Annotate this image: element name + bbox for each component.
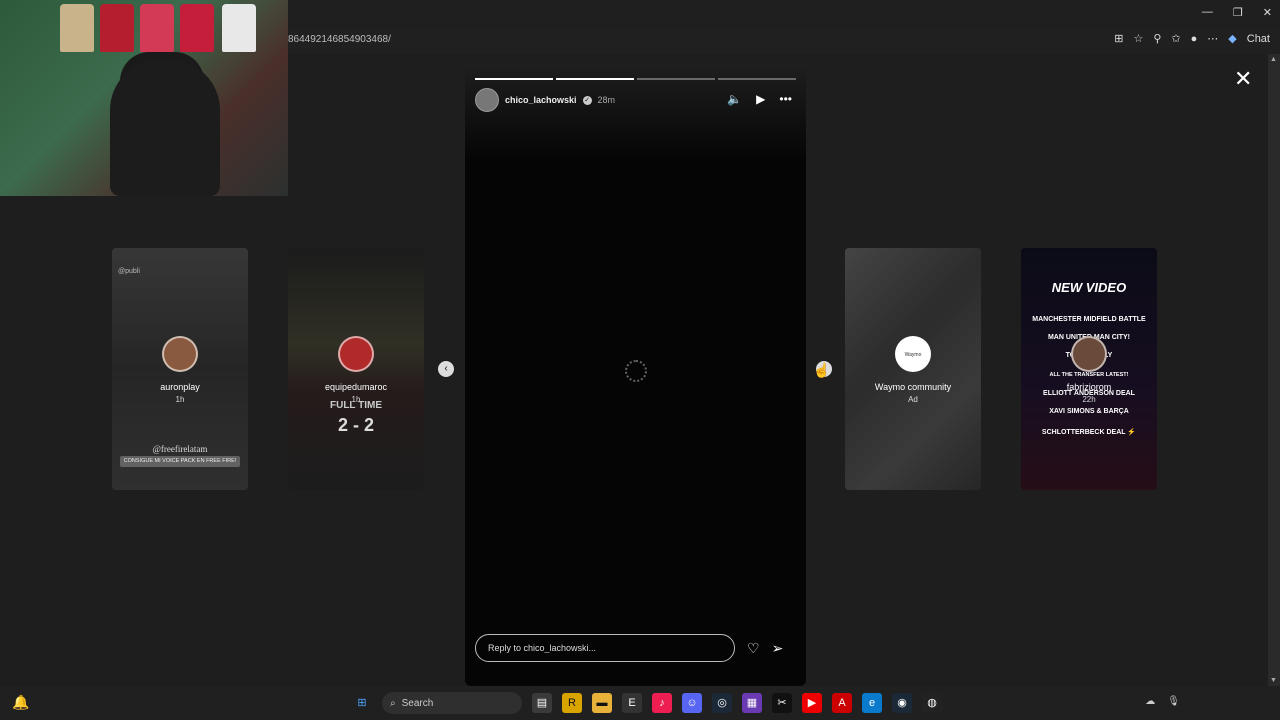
discord-icon[interactable]: ☺ xyxy=(682,693,702,713)
window-controls: — ❐ ✕ xyxy=(1202,6,1272,19)
url-text[interactable]: 864492146854903468/ xyxy=(288,34,391,45)
full-time-label: FULL TIME xyxy=(329,400,383,411)
avatar[interactable] xyxy=(475,88,499,112)
steam-icon[interactable]: ◎ xyxy=(712,693,732,713)
more-icon[interactable]: ⋯ xyxy=(1207,32,1218,45)
share-send-icon[interactable]: ➢ xyxy=(772,640,784,657)
taskbar-search-label: Search xyxy=(401,697,434,709)
scroll-down-icon[interactable]: ▼ xyxy=(1270,677,1277,684)
webcam-overlay xyxy=(0,0,288,196)
card-line: XAVI SIMONS & BARÇA xyxy=(1049,408,1129,415)
capcut-icon[interactable]: ✂ xyxy=(772,693,792,713)
avatar xyxy=(338,336,374,372)
story-controls: 🔈 ▶ ••• xyxy=(727,92,792,106)
reply-input[interactable] xyxy=(475,634,735,662)
file-explorer-icon[interactable]: ▬ xyxy=(592,693,612,713)
cloud-icon[interactable]: ☁ xyxy=(1145,696,1155,707)
copilot-icon[interactable]: ◆ xyxy=(1228,32,1236,45)
taskbar-apps: ⊞ ⌕ Search ▤ R ▬ E ♪ ☺ ◎ ▦ ✂ ▶ A e ◉ ◍ xyxy=(352,692,942,714)
like-heart-icon[interactable]: ♡ xyxy=(747,640,760,657)
favorites-icon[interactable]: ✩ xyxy=(1171,32,1180,45)
match-score: 2 - 2 xyxy=(337,415,375,435)
more-options-icon[interactable]: ••• xyxy=(779,92,792,106)
mic-icon[interactable]: 🎙 xyxy=(1167,696,1180,707)
story-username[interactable]: chico_lachowski xyxy=(505,95,577,105)
rockstar-icon[interactable]: R xyxy=(562,693,582,713)
volume-icon[interactable]: 🔈 xyxy=(727,92,742,106)
story-card-waymo-ad[interactable]: Waymo community Waymo community Ad xyxy=(845,248,981,490)
scrollbar[interactable]: ▲ ▼ xyxy=(1268,54,1280,686)
system-tray: ☁ 🎙 xyxy=(1145,696,1180,707)
story-progress xyxy=(475,78,796,80)
story-card-fabriziorom[interactable]: NEW VIDEO MANCHESTER MIDFIELD BATTLE MAN… xyxy=(1021,248,1157,490)
card-time: 1h xyxy=(175,395,185,404)
card-time: Ad xyxy=(908,395,918,404)
scroll-up-icon[interactable]: ▲ xyxy=(1270,56,1277,63)
obs-icon[interactable]: ◍ xyxy=(922,693,942,713)
address-bar-icons: ⊞ ☆ ⚲ ✩ ● ⋯ ◆ Chat xyxy=(1114,32,1280,46)
progress-segment xyxy=(718,78,796,80)
youtube-icon[interactable]: ▶ xyxy=(802,693,822,713)
card-username: fabriziorom xyxy=(1066,382,1112,392)
card-username: equipedumaroc xyxy=(324,382,388,392)
minimize-icon[interactable]: — xyxy=(1202,6,1213,19)
search-icon: ⌕ xyxy=(390,697,396,709)
restore-icon[interactable]: ❐ xyxy=(1233,6,1243,19)
close-icon[interactable]: ✕ xyxy=(1234,66,1252,92)
adobe-icon[interactable]: A xyxy=(832,693,852,713)
close-window-icon[interactable]: ✕ xyxy=(1263,6,1272,19)
profile-icon[interactable]: ● xyxy=(1191,33,1198,45)
play-icon[interactable]: ▶ xyxy=(756,92,765,106)
taskbar: 🔔 ⊞ ⌕ Search ▤ R ▬ E ♪ ☺ ◎ ▦ ✂ ▶ A e ◉ ◍… xyxy=(0,686,1280,720)
story-card-equipedumaroc[interactable]: equipedumaroc 1h FULL TIME 2 - 2 xyxy=(288,248,424,490)
card-line: MANCHESTER MIDFIELD BATTLE xyxy=(1032,316,1146,323)
task-view-icon[interactable]: ▤ xyxy=(532,693,552,713)
apps-icon[interactable]: ⊞ xyxy=(1114,32,1123,45)
media-icon[interactable]: ▦ xyxy=(742,693,762,713)
card-watermark: @publi xyxy=(118,268,140,275)
active-story[interactable]: chico_lachowski ✓ 28m 🔈 ▶ ••• ♡ ➢ xyxy=(465,70,806,686)
chat-button[interactable]: Chat xyxy=(1247,33,1270,45)
steam-app-icon[interactable]: ◉ xyxy=(892,693,912,713)
tiktok-icon[interactable]: ♪ xyxy=(652,693,672,713)
taskbar-search[interactable]: ⌕ Search xyxy=(382,692,522,714)
card-line: ALL THE TRANSFER LATEST! xyxy=(1049,372,1129,378)
favorite-star-icon[interactable]: ☆ xyxy=(1133,32,1143,45)
epic-games-icon[interactable]: E xyxy=(622,693,642,713)
story-card-auronplay[interactable]: @publi auronplay 1h @freefirelatam CONSI… xyxy=(112,248,248,490)
avatar xyxy=(1071,336,1107,372)
card-username: auronplay xyxy=(160,382,200,392)
windows-start-icon[interactable]: ⊞ xyxy=(352,693,372,713)
progress-segment xyxy=(637,78,715,80)
previous-story-button[interactable]: ‹ xyxy=(438,361,454,377)
card-title: NEW VIDEO xyxy=(1051,280,1127,295)
avatar: Waymo community xyxy=(895,336,931,392)
card-tag: @freefirelatam xyxy=(152,444,208,454)
loading-spinner-icon xyxy=(625,360,647,382)
notification-icon[interactable]: 🔔 xyxy=(12,694,29,711)
card-line: SCHLOTTERBECK DEAL ⚡ xyxy=(1041,429,1137,436)
progress-segment xyxy=(475,78,553,80)
progress-segment xyxy=(556,78,634,80)
mouse-cursor-icon: ☝ xyxy=(813,362,831,378)
verified-icon: ✓ xyxy=(582,95,592,105)
card-banner: CONSIGUE MI VOICE PACK EN FREE FIRE! xyxy=(120,456,240,467)
reply-row: ♡ ➢ xyxy=(475,634,795,662)
extensions-icon[interactable]: ⚲ xyxy=(1153,32,1161,45)
story-time: 28m xyxy=(597,95,616,105)
edge-browser-icon[interactable]: e xyxy=(862,693,882,713)
card-username: Waymo community xyxy=(874,382,952,392)
card-time: 22h xyxy=(1082,395,1096,404)
avatar xyxy=(162,336,198,372)
story-header: chico_lachowski ✓ 28m xyxy=(475,88,615,112)
